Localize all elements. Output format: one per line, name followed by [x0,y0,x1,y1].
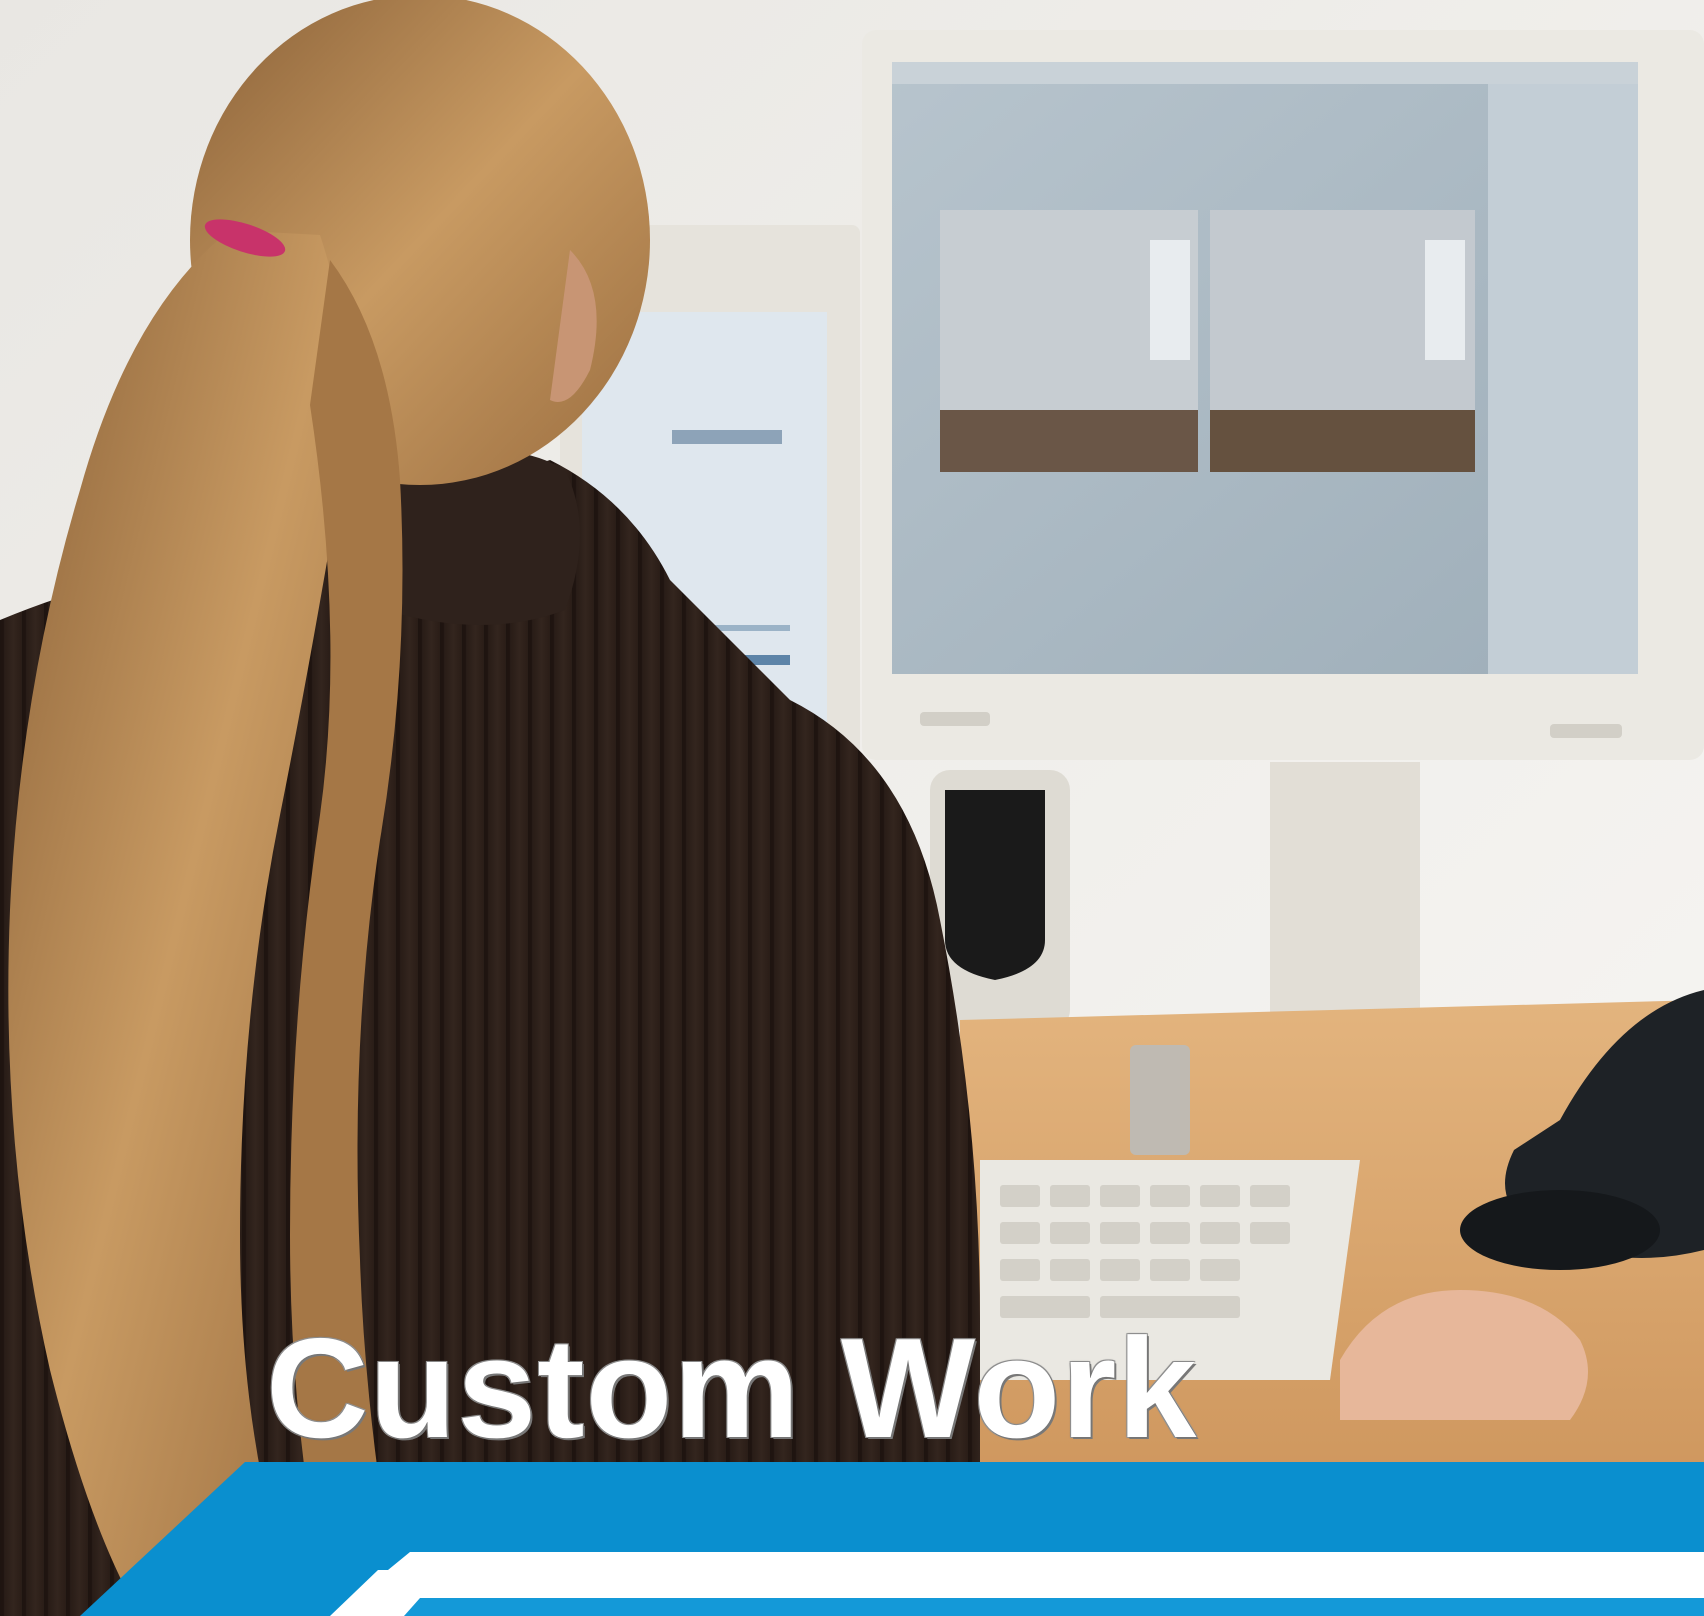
headline-text: Custom Work [266,1309,1198,1468]
banner-stripes [80,1462,1704,1616]
cup [1130,1045,1190,1155]
photo-banner: Custom Work [0,0,1704,1616]
